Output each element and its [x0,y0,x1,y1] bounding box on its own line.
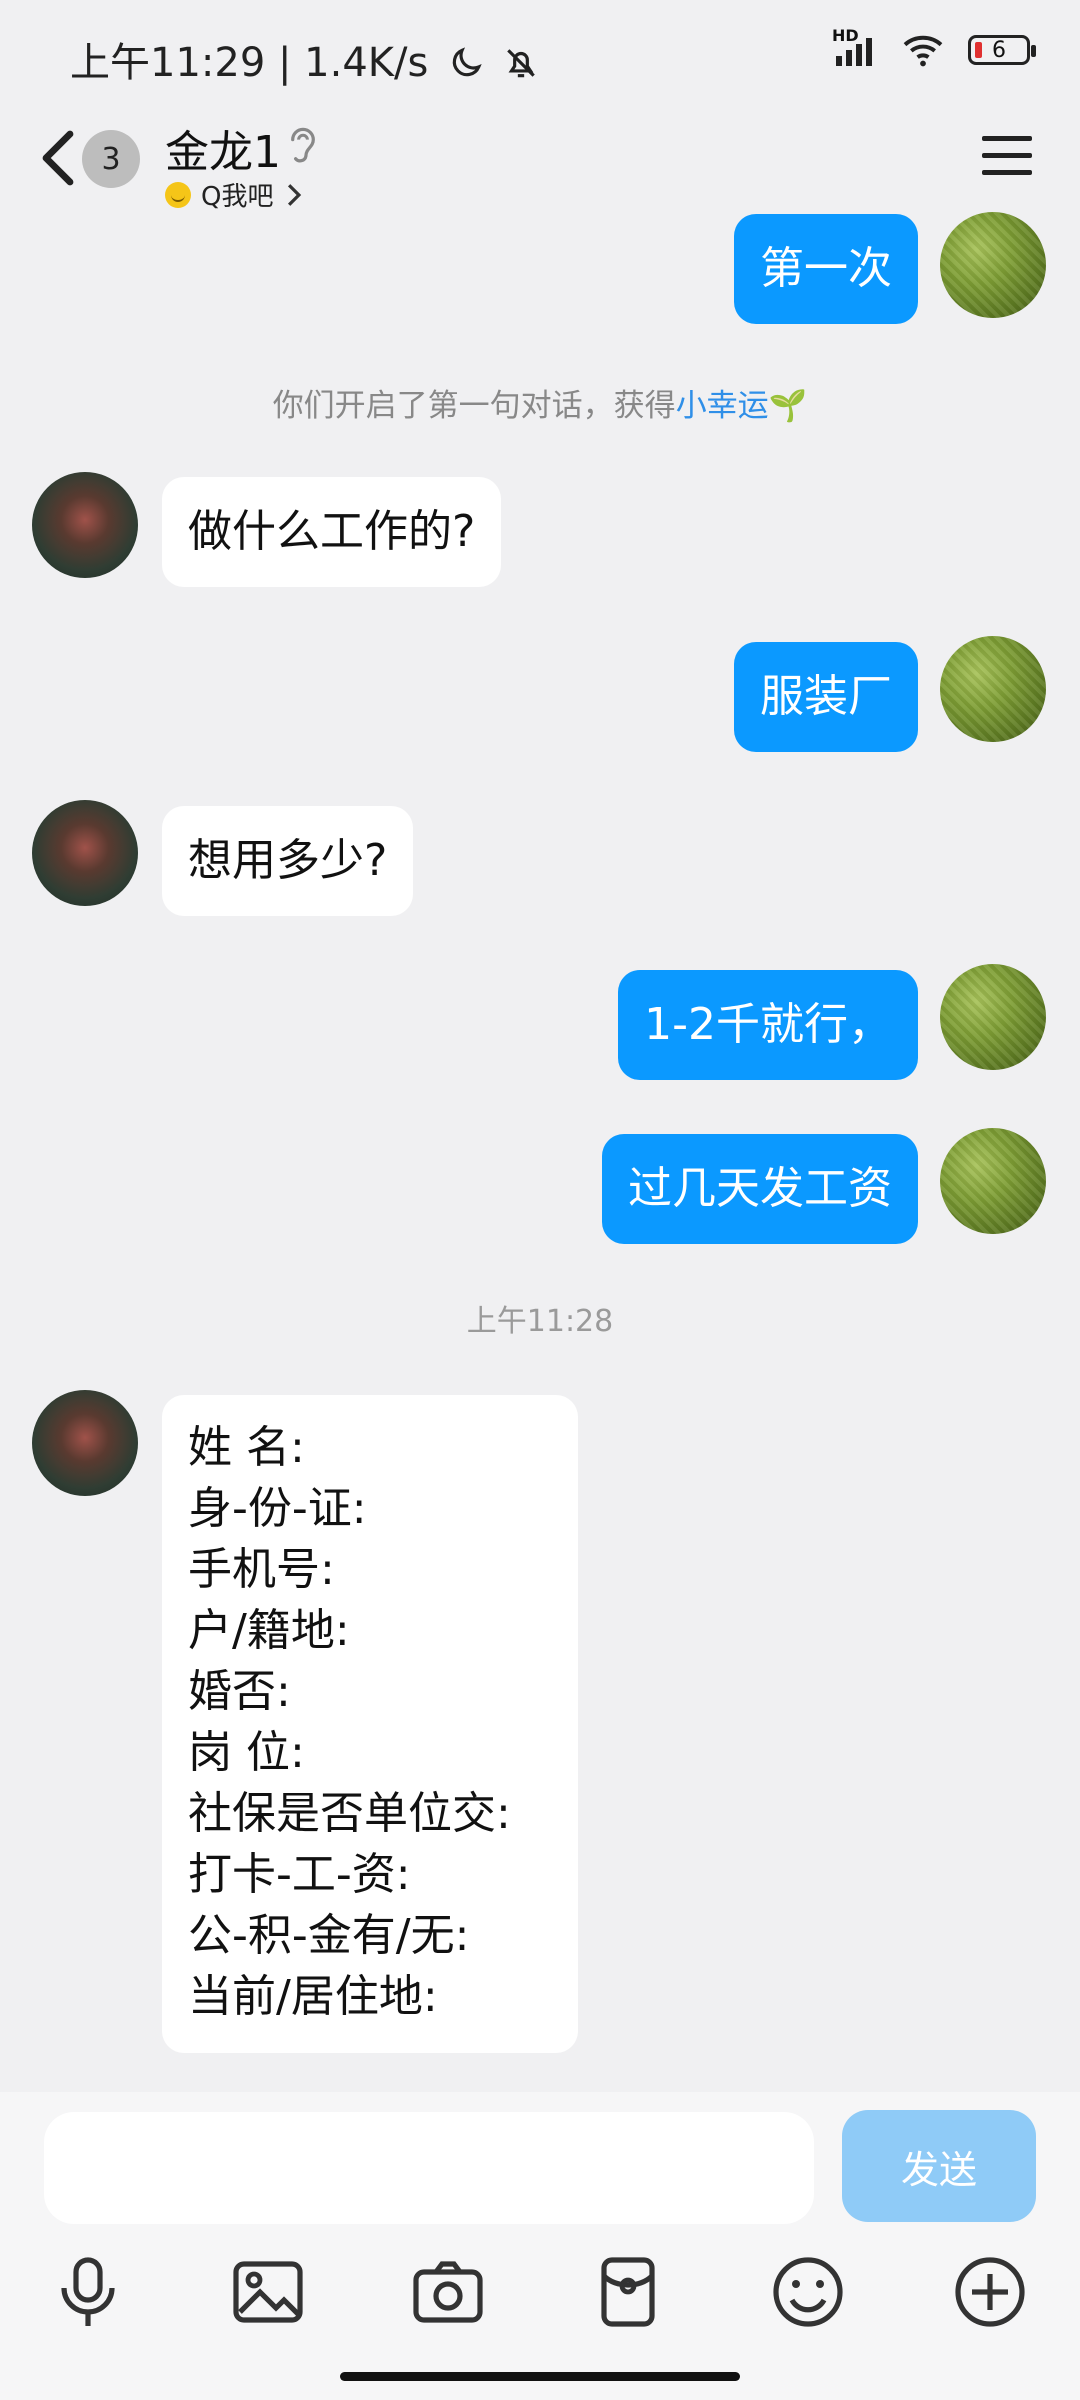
input-toolbar [0,2252,1080,2342]
home-indicator[interactable] [340,2372,740,2381]
form-line: 社保是否单位交: [188,1788,511,1839]
form-line: 公-积-金有/无: [188,1910,470,1961]
status-bar: 上午11:29 | 1.4K/s HD 6 [0,0,1080,110]
back-icon[interactable] [38,128,78,188]
plus-icon[interactable] [950,2252,1030,2332]
status-time: 上午11:29 | 1.4K/s [70,30,540,88]
battery-icon: 6 [968,35,1036,65]
my-avatar[interactable] [940,636,1046,742]
message-bubble-received-form[interactable]: 姓 名: 身-份-证: 手机号: 户/籍地: 婚否: 岗 位: 社保是否单位交:… [162,1395,578,2053]
red-packet-icon[interactable] [588,2252,668,2332]
mic-icon[interactable] [48,2252,128,2332]
wifi-icon [903,35,943,67]
status-icons: HD 6 [832,26,1036,68]
message-bubble-sent[interactable]: 第一次 [734,214,918,324]
form-line: 当前/居住地: [188,1971,438,2022]
my-avatar[interactable] [940,212,1046,318]
message-bubble-received[interactable]: 想用多少? [162,806,414,916]
lucky-link[interactable]: 小幸运 [676,388,769,424]
status-text: Q我吧 [201,182,274,212]
emoji-icon[interactable] [768,2252,848,2332]
timestamp: 上午11:28 [466,1304,614,1339]
message-input[interactable] [44,2112,814,2224]
camera-icon[interactable] [408,2252,488,2332]
message-bubble-sent[interactable]: 服装厂 [734,642,918,752]
send-button[interactable]: 发送 [842,2110,1036,2222]
system-notice: 你们开启了第一句对话，获得小幸运🌱 [272,388,808,424]
form-line: 身-份-证: [188,1483,367,1534]
sprout-icon: 🌱 [768,388,808,424]
chat-header: 3 金龙1 Q我吧 [0,110,1080,225]
form-line: 打卡-工-资: [188,1849,411,1900]
contact-avatar[interactable] [32,800,138,906]
ear-icon[interactable] [285,122,321,172]
form-line: 手机号: [188,1544,335,1595]
form-line: 岗 位: [188,1727,305,1778]
form-line: 姓 名: [188,1422,305,1473]
message-bubble-sent[interactable]: 1-2千就行， [618,970,918,1080]
my-avatar[interactable] [940,964,1046,1070]
status-subline[interactable]: Q我吧 [165,176,305,213]
contact-avatar[interactable] [32,472,138,578]
mute-bell-icon [506,49,535,78]
contact-avatar[interactable] [32,1390,138,1496]
chat-title[interactable]: 金龙1 [165,116,281,180]
menu-icon[interactable] [982,136,1032,180]
signal-icon: HD [832,26,878,68]
chevron-right-icon [288,183,302,206]
image-icon[interactable] [228,2252,308,2332]
unread-count-badge[interactable]: 3 [82,130,140,188]
form-line: 婚否: [188,1666,291,1717]
input-area: 发送 [0,2092,1080,2400]
moon-icon [452,47,482,77]
smile-icon [165,181,191,208]
my-avatar[interactable] [940,1128,1046,1234]
message-bubble-sent[interactable]: 过几天发工资 [602,1134,918,1244]
message-bubble-received[interactable]: 做什么工作的? [162,477,502,587]
form-line: 户/籍地: [188,1605,350,1656]
